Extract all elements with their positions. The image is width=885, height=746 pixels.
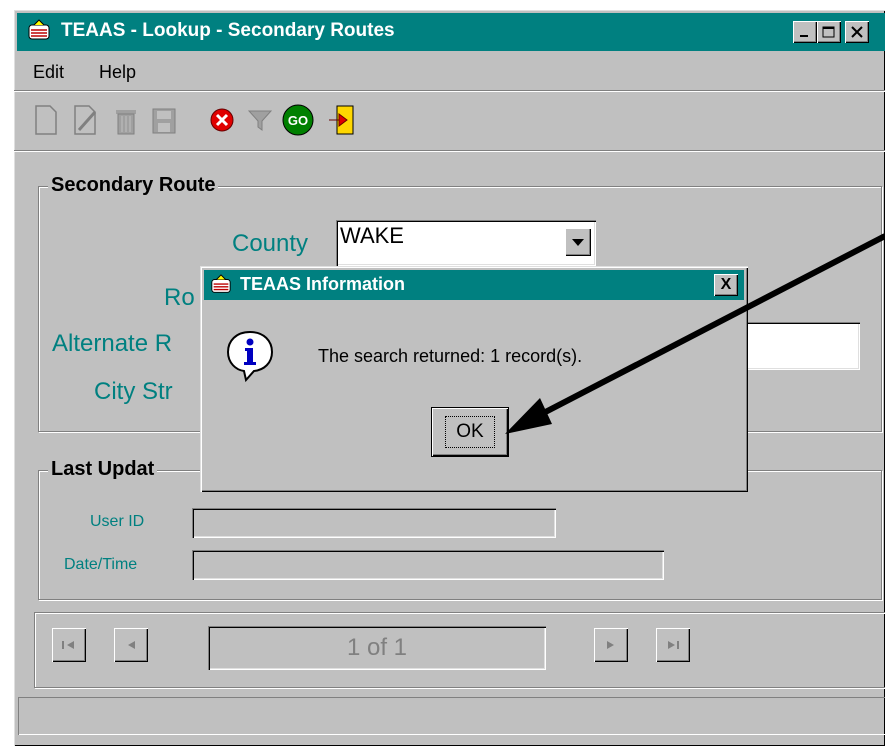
datetime-field <box>192 550 664 580</box>
city-street-label: City Str <box>94 378 173 405</box>
toolbar-separator <box>14 150 885 152</box>
menu-edit[interactable]: Edit <box>33 62 64 83</box>
user-id-field <box>192 508 556 538</box>
info-icon <box>226 330 274 383</box>
county-label: County <box>232 230 309 257</box>
first-record-button[interactable] <box>52 628 86 662</box>
exit-button[interactable] <box>325 102 359 138</box>
filter-button[interactable] <box>243 102 277 138</box>
previous-record-icon <box>128 641 135 649</box>
record-position: 1 of 1 <box>346 634 408 661</box>
go-icon-label: GO <box>288 113 308 128</box>
cancel-icon <box>210 108 234 132</box>
close-icon <box>851 26 863 38</box>
chevron-down-icon <box>572 239 584 246</box>
close-icon: X <box>720 276 732 293</box>
status-bar <box>18 697 885 735</box>
delete-button[interactable] <box>109 102 143 138</box>
next-record-button[interactable] <box>594 628 628 662</box>
go-button[interactable]: GO <box>281 102 315 138</box>
menu-bar: Edit Help <box>17 54 885 86</box>
user-id-label: User ID <box>90 513 145 530</box>
window-title: TEAAS - Lookup - Secondary Routes <box>61 20 395 41</box>
go-icon: GO <box>282 104 314 136</box>
save-icon <box>152 108 176 134</box>
dialog-title-bar[interactable]: TEAAS Information X <box>204 270 744 300</box>
secondary-route-title: Secondary Route <box>48 174 219 197</box>
exit-icon <box>329 105 354 135</box>
maximize-button[interactable] <box>817 21 841 43</box>
alternate-route-label: Alternate R <box>52 330 173 357</box>
filter-icon <box>247 110 273 131</box>
datetime-label: Date/Time <box>64 556 138 573</box>
new-icon <box>35 105 57 135</box>
delete-icon <box>116 110 136 135</box>
county-combobox[interactable]: WAKE <box>336 220 596 266</box>
cancel-button[interactable] <box>205 102 239 138</box>
first-record-icon <box>62 641 74 649</box>
last-updated-title: Last Updat <box>48 458 158 481</box>
dialog-message: The search returned: 1 record(s). <box>318 346 583 366</box>
edit-icon <box>74 105 97 135</box>
last-record-icon <box>668 641 679 649</box>
ok-button[interactable]: OK <box>432 408 508 456</box>
information-dialog: TEAAS Information X The search returned:… <box>200 266 748 492</box>
save-button[interactable] <box>147 102 181 138</box>
new-button[interactable] <box>29 102 63 138</box>
route-label: Ro <box>164 284 195 311</box>
menu-help[interactable]: Help <box>99 62 136 83</box>
title-bar[interactable]: TEAAS - Lookup - Secondary Routes <box>17 13 885 51</box>
next-record-icon <box>607 641 614 649</box>
last-record-button[interactable] <box>656 628 690 662</box>
minimize-icon <box>800 35 808 37</box>
dialog-title: TEAAS Information <box>240 274 405 294</box>
app-icon <box>28 19 50 40</box>
menu-separator <box>14 90 885 92</box>
edit-button[interactable] <box>69 102 103 138</box>
app-icon <box>211 274 231 293</box>
ok-button-label: OK <box>445 416 495 448</box>
record-position-field: 1 of 1 <box>208 626 546 670</box>
dialog-close-button[interactable]: X <box>714 274 738 296</box>
county-value: WAKE <box>340 223 404 248</box>
maximize-icon <box>822 26 835 38</box>
toolbar: GO <box>17 96 885 146</box>
county-dropdown-button[interactable] <box>565 228 591 256</box>
close-window-button[interactable] <box>845 21 869 43</box>
previous-record-button[interactable] <box>114 628 148 662</box>
minimize-button[interactable] <box>793 21 817 43</box>
